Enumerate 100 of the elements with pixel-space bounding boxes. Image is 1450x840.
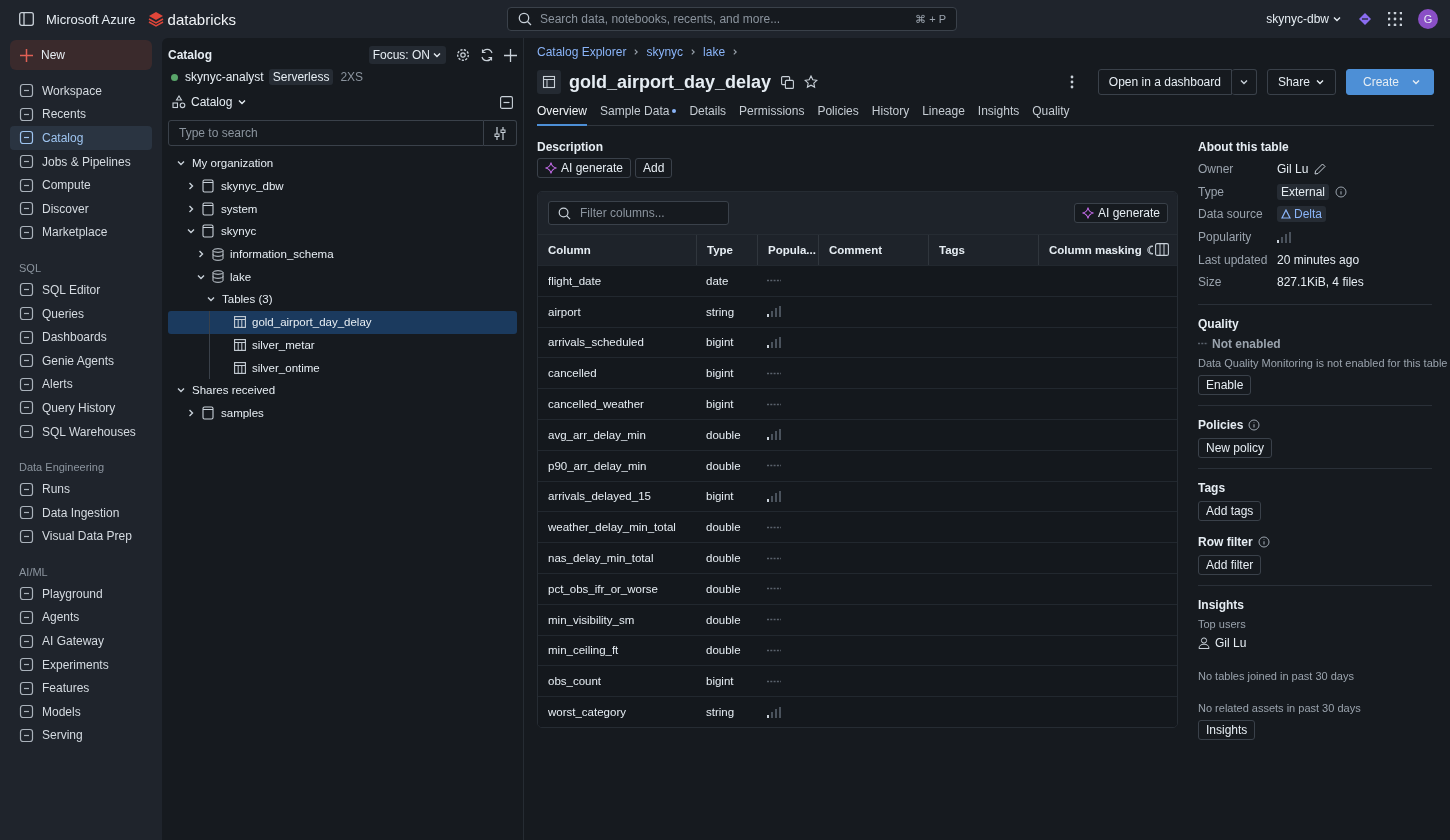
tab[interactable]: Sample Data <box>600 102 677 126</box>
square-icon <box>19 201 34 217</box>
tree-item[interactable]: lake <box>168 265 517 289</box>
sidebar-item[interactable]: Alerts <box>10 372 152 397</box>
user-avatar[interactable]: G <box>1418 9 1438 29</box>
search-input[interactable]: Search data, notebooks, recents, and more... <box>538 11 910 27</box>
sidebar-item[interactable]: Catalog <box>10 126 152 150</box>
filter-columns-field[interactable]: Filter columns... <box>548 201 729 225</box>
sidebar-item[interactable]: Discover <box>10 196 152 221</box>
tab[interactable]: Overview <box>537 102 587 126</box>
tree-item[interactable]: silver_ontime <box>168 356 517 379</box>
table-cell-text: arrivals_scheduled <box>547 336 645 349</box>
table-cell-text: cancelled_weather <box>547 398 645 411</box>
tree-item[interactable]: My organization <box>168 152 517 175</box>
sidebar-item[interactable]: SQL Editor <box>10 278 152 302</box>
info-icon <box>1257 535 1270 548</box>
sidebar-item[interactable]: Genie Agents <box>10 348 152 373</box>
tab[interactable]: Quality <box>1032 102 1070 126</box>
table-cell-text: bigint <box>705 490 735 503</box>
sidebar-item[interactable]: Serving <box>10 723 152 748</box>
user-name[interactable]: Gil Lu <box>1215 635 1247 650</box>
sidebar-item[interactable]: AI Gateway <box>10 629 152 653</box>
star-icon[interactable] <box>804 75 819 89</box>
new-button[interactable]: New <box>10 40 152 70</box>
sidebar-item[interactable]: SQL Warehouses <box>10 419 152 444</box>
breadcrumb-link[interactable]: Catalog Explorer <box>537 45 627 59</box>
breadcrumb-link[interactable]: skynyc <box>646 45 684 59</box>
gear-icon[interactable] <box>456 48 470 62</box>
sidebar-item[interactable]: Recents <box>10 102 152 127</box>
sidebar-item[interactable]: Jobs & Pipelines <box>10 149 152 174</box>
sidebar-item[interactable]: Queries <box>10 301 152 326</box>
sidebar-item[interactable]: Features <box>10 676 152 701</box>
section-title: About this table <box>1198 140 1290 154</box>
sidebar-item[interactable]: Visual Data Prep <box>10 524 152 549</box>
action-button[interactable]: Add filter <box>1198 554 1262 575</box>
columns-icon[interactable] <box>1155 243 1169 256</box>
add-button[interactable]: Add <box>635 158 673 178</box>
tree-item[interactable]: skynyc <box>168 220 517 243</box>
square-icon <box>19 528 34 544</box>
sidebar-item[interactable]: Data Ingestion <box>10 500 152 525</box>
diamond-icon[interactable] <box>1358 12 1372 26</box>
sidebar-item[interactable]: Query History <box>10 396 152 420</box>
collapse-all-icon[interactable] <box>500 95 513 109</box>
dashes-icon <box>1198 342 1208 346</box>
tree-item[interactable]: gold_airport_day_delay <box>168 310 517 334</box>
action-button[interactable]: Enable <box>1198 374 1252 395</box>
action-button[interactable]: Insights <box>1198 719 1256 740</box>
table-cell-text: bigint <box>705 675 735 688</box>
app-grid-icon[interactable] <box>1388 12 1402 26</box>
kebab-menu-icon[interactable] <box>1069 75 1074 89</box>
refresh-icon[interactable] <box>480 48 494 62</box>
tab[interactable]: Details <box>689 102 727 126</box>
filter-button[interactable] <box>484 120 517 146</box>
tab[interactable]: Lineage <box>922 102 965 126</box>
chevron-icon <box>196 249 206 260</box>
catalog-selector[interactable]: Catalog <box>172 95 248 109</box>
sidebar-item[interactable]: Compute <box>10 173 152 197</box>
section-heading: AI/ML <box>18 565 49 581</box>
breadcrumb-link[interactable]: lake <box>703 45 726 59</box>
sidebar-item[interactable]: Playground <box>10 582 152 606</box>
sidebar-item[interactable]: Marketplace <box>10 220 152 245</box>
tab[interactable]: Permissions <box>739 102 805 126</box>
share-button[interactable]: Share <box>1266 69 1336 95</box>
pencil-icon[interactable] <box>1314 163 1327 176</box>
compute-name[interactable]: skynyc-analyst <box>185 70 264 84</box>
copy-icon[interactable] <box>781 75 795 89</box>
section-title: Description <box>537 140 604 154</box>
logo-text[interactable]: databricks <box>167 10 236 28</box>
column-header[interactable]: Column <box>538 235 696 265</box>
sidebar-item[interactable]: Models <box>10 700 152 724</box>
sidebar-item[interactable]: Dashboards <box>10 325 152 349</box>
tree-item[interactable]: Tables (3) <box>168 288 517 311</box>
tree-item[interactable]: samples <box>168 401 517 425</box>
tab[interactable]: History <box>871 102 910 126</box>
plus-icon[interactable] <box>504 48 517 62</box>
sidebar-item[interactable]: Experiments <box>10 652 152 677</box>
sidebar-item[interactable]: Agents <box>10 605 152 630</box>
tree-item[interactable]: information_schema <box>168 242 517 266</box>
action-button[interactable]: Add tags <box>1198 500 1262 521</box>
tab[interactable]: Insights <box>977 102 1020 126</box>
tab[interactable]: Policies <box>817 102 859 126</box>
global-search-field[interactable]: Search data, notebooks, recents, and more... ⌘ + P <box>507 7 957 31</box>
sidebar-toggle-icon[interactable] <box>19 12 34 26</box>
focus-dropdown[interactable]: Focus: ON <box>368 46 446 64</box>
ai-generate-button[interactable]: AI generate <box>537 158 632 178</box>
open-dashboard-button[interactable]: Open in a dashboard <box>1097 69 1232 95</box>
tree-item[interactable]: skynyc_dbw <box>168 174 517 198</box>
filter-input[interactable]: Filter columns... <box>578 205 719 221</box>
tree-item[interactable]: Shares received <box>168 378 517 402</box>
tree-item[interactable]: silver_metar <box>168 333 517 357</box>
ai-generate-button[interactable]: AI generate <box>1073 203 1168 223</box>
action-button[interactable]: New policy <box>1198 437 1273 458</box>
tree-item[interactable]: system <box>168 197 517 221</box>
tree-search-field[interactable]: Type to search <box>168 120 484 146</box>
section-title: Policies <box>1198 417 1244 432</box>
sidebar-item[interactable]: Workspace <box>10 79 152 103</box>
workspace-switcher[interactable]: skynyc-dbw <box>1266 12 1342 26</box>
data-source-tag[interactable]: Delta <box>1277 206 1326 223</box>
table-cell-text: flight_date <box>547 274 603 287</box>
sidebar-item[interactable]: Runs <box>10 477 152 501</box>
